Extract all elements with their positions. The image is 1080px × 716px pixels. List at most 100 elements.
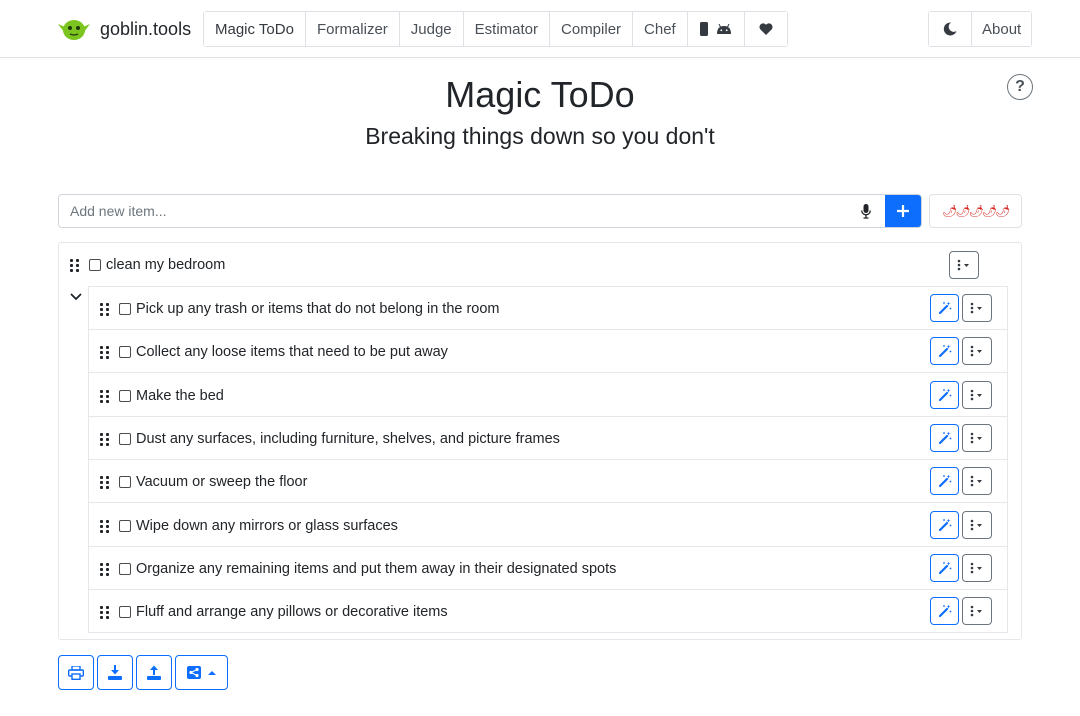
mic-button[interactable] (847, 195, 885, 227)
magic-wand-icon (938, 561, 951, 574)
subtask-row: Pick up any trash or items that do not b… (89, 287, 1007, 330)
subtask-options-button[interactable] (962, 380, 992, 409)
drag-handle-icon[interactable] (100, 562, 110, 576)
subtask-row: Wipe down any mirrors or glass surfaces (89, 504, 1007, 547)
subtask-checkbox[interactable] (119, 476, 131, 489)
breakdown-button[interactable] (930, 423, 959, 452)
subtask-options-button[interactable] (962, 337, 992, 366)
subtask-label[interactable]: Dust any surfaces, including furniture, … (136, 431, 560, 447)
nav-formalizer[interactable]: Formalizer (305, 12, 400, 46)
subtask-checkbox[interactable] (119, 389, 131, 402)
nav-judge[interactable]: Judge (399, 12, 464, 46)
spiciness-selector[interactable]: 🌶🌶🌶🌶🌶 (929, 194, 1022, 228)
magic-wand-icon (938, 604, 951, 618)
upload-button[interactable] (136, 655, 172, 690)
nav-apps-button[interactable] (687, 12, 745, 46)
breakdown-button[interactable] (930, 553, 959, 582)
subtask-options-button[interactable] (962, 510, 992, 539)
magic-wand-icon (938, 518, 951, 531)
subtask-options-button[interactable] (962, 467, 992, 496)
task-options-button[interactable] (949, 251, 979, 279)
page-title: Magic ToDo (445, 74, 635, 115)
plus-icon (897, 205, 909, 217)
print-button[interactable] (58, 655, 94, 690)
subtask-label[interactable]: Make the bed (136, 388, 224, 404)
subtask-row: Organize any remaining items and put the… (89, 547, 1007, 590)
moon-icon (943, 22, 957, 36)
subtask-row: Make the bed (89, 374, 1007, 417)
add-item-button[interactable] (885, 195, 921, 227)
microphone-icon (861, 203, 871, 219)
breakdown-button[interactable] (930, 597, 959, 626)
task-checkbox[interactable] (89, 259, 101, 271)
help-button[interactable]: ? (1007, 74, 1033, 100)
nav-estimator[interactable]: Estimator (463, 12, 551, 46)
subtask-checkbox[interactable] (119, 519, 131, 532)
more-options-icon (970, 345, 982, 357)
task-row: clean my bedroom (59, 243, 1021, 286)
brand-name: goblin.tools (100, 18, 192, 39)
subtask-checkbox[interactable] (119, 562, 131, 575)
more-options-icon (970, 302, 982, 314)
donate-button[interactable] (744, 12, 787, 46)
drag-handle-icon[interactable] (100, 606, 110, 620)
breakdown-button[interactable] (930, 337, 959, 366)
magic-wand-icon (938, 344, 951, 358)
task-label[interactable]: clean my bedroom (106, 257, 225, 273)
caret-up-icon (207, 670, 216, 675)
subtask-checkbox[interactable] (119, 303, 131, 315)
download-button[interactable] (97, 655, 133, 690)
nav-chef[interactable]: Chef (633, 12, 688, 46)
magic-wand-icon (938, 474, 951, 488)
magic-wand-icon (938, 431, 951, 444)
goblin-logo-icon (58, 20, 90, 40)
subtask-label[interactable]: Pick up any trash or items that do not b… (136, 301, 500, 317)
nav-right: About (928, 11, 1033, 47)
more-options-icon (970, 605, 982, 617)
subtask-row: Vacuum or sweep the floor (89, 460, 1007, 504)
more-options-icon (957, 259, 969, 271)
collapse-chevron-icon[interactable] (69, 292, 83, 302)
subtask-list: Pick up any trash or items that do not b… (88, 286, 1008, 633)
breakdown-button[interactable] (930, 294, 959, 322)
brand-link[interactable]: goblin.tools (56, 14, 191, 44)
subtask-checkbox[interactable] (119, 346, 131, 359)
share-dropdown-button[interactable] (175, 655, 228, 690)
print-icon (68, 665, 84, 680)
subtask-row: Fluff and arrange any pillows or decorat… (89, 590, 1007, 633)
subtask-label[interactable]: Fluff and arrange any pillows or decorat… (136, 604, 448, 620)
add-item-group (58, 194, 922, 228)
more-options-icon (970, 432, 982, 444)
drag-handle-icon[interactable] (100, 519, 110, 533)
navbar: goblin.tools Magic ToDo Formalizer Judge… (0, 0, 1080, 58)
nav-magic-todo[interactable]: Magic ToDo (204, 12, 306, 46)
subtask-label[interactable]: Wipe down any mirrors or glass surfaces (136, 518, 398, 534)
subtask-label[interactable]: Vacuum or sweep the floor (136, 474, 307, 490)
more-options-icon (970, 389, 982, 400)
drag-handle-icon[interactable] (100, 303, 110, 316)
nav-compiler[interactable]: Compiler (550, 12, 634, 46)
about-link[interactable]: About (972, 12, 1032, 46)
drag-handle-icon[interactable] (100, 432, 110, 446)
drag-handle-icon[interactable] (100, 346, 110, 360)
subtask-options-button[interactable] (962, 553, 992, 582)
breakdown-button[interactable] (930, 467, 959, 496)
spiciness-peppers: 🌶🌶🌶🌶🌶 (942, 204, 1010, 218)
subtask-checkbox[interactable] (119, 432, 131, 445)
drag-handle-icon[interactable] (70, 259, 80, 272)
breakdown-button[interactable] (930, 380, 959, 409)
subtask-label[interactable]: Organize any remaining items and put the… (136, 561, 616, 577)
subtask-checkbox[interactable] (119, 606, 131, 619)
breakdown-button[interactable] (930, 510, 959, 539)
android-icon (716, 24, 731, 34)
subtask-options-button[interactable] (962, 597, 992, 626)
tools-nav: Magic ToDo Formalizer Judge Estimator Co… (203, 11, 788, 47)
subtask-label[interactable]: Collect any loose items that need to be … (136, 344, 448, 360)
page-subtitle: Breaking things down so you don't (365, 123, 715, 149)
drag-handle-icon[interactable] (100, 389, 110, 403)
subtask-options-button[interactable] (962, 294, 992, 322)
theme-toggle-button[interactable] (929, 12, 972, 46)
add-item-input[interactable] (59, 195, 847, 227)
drag-handle-icon[interactable] (100, 476, 110, 490)
subtask-options-button[interactable] (962, 423, 992, 452)
